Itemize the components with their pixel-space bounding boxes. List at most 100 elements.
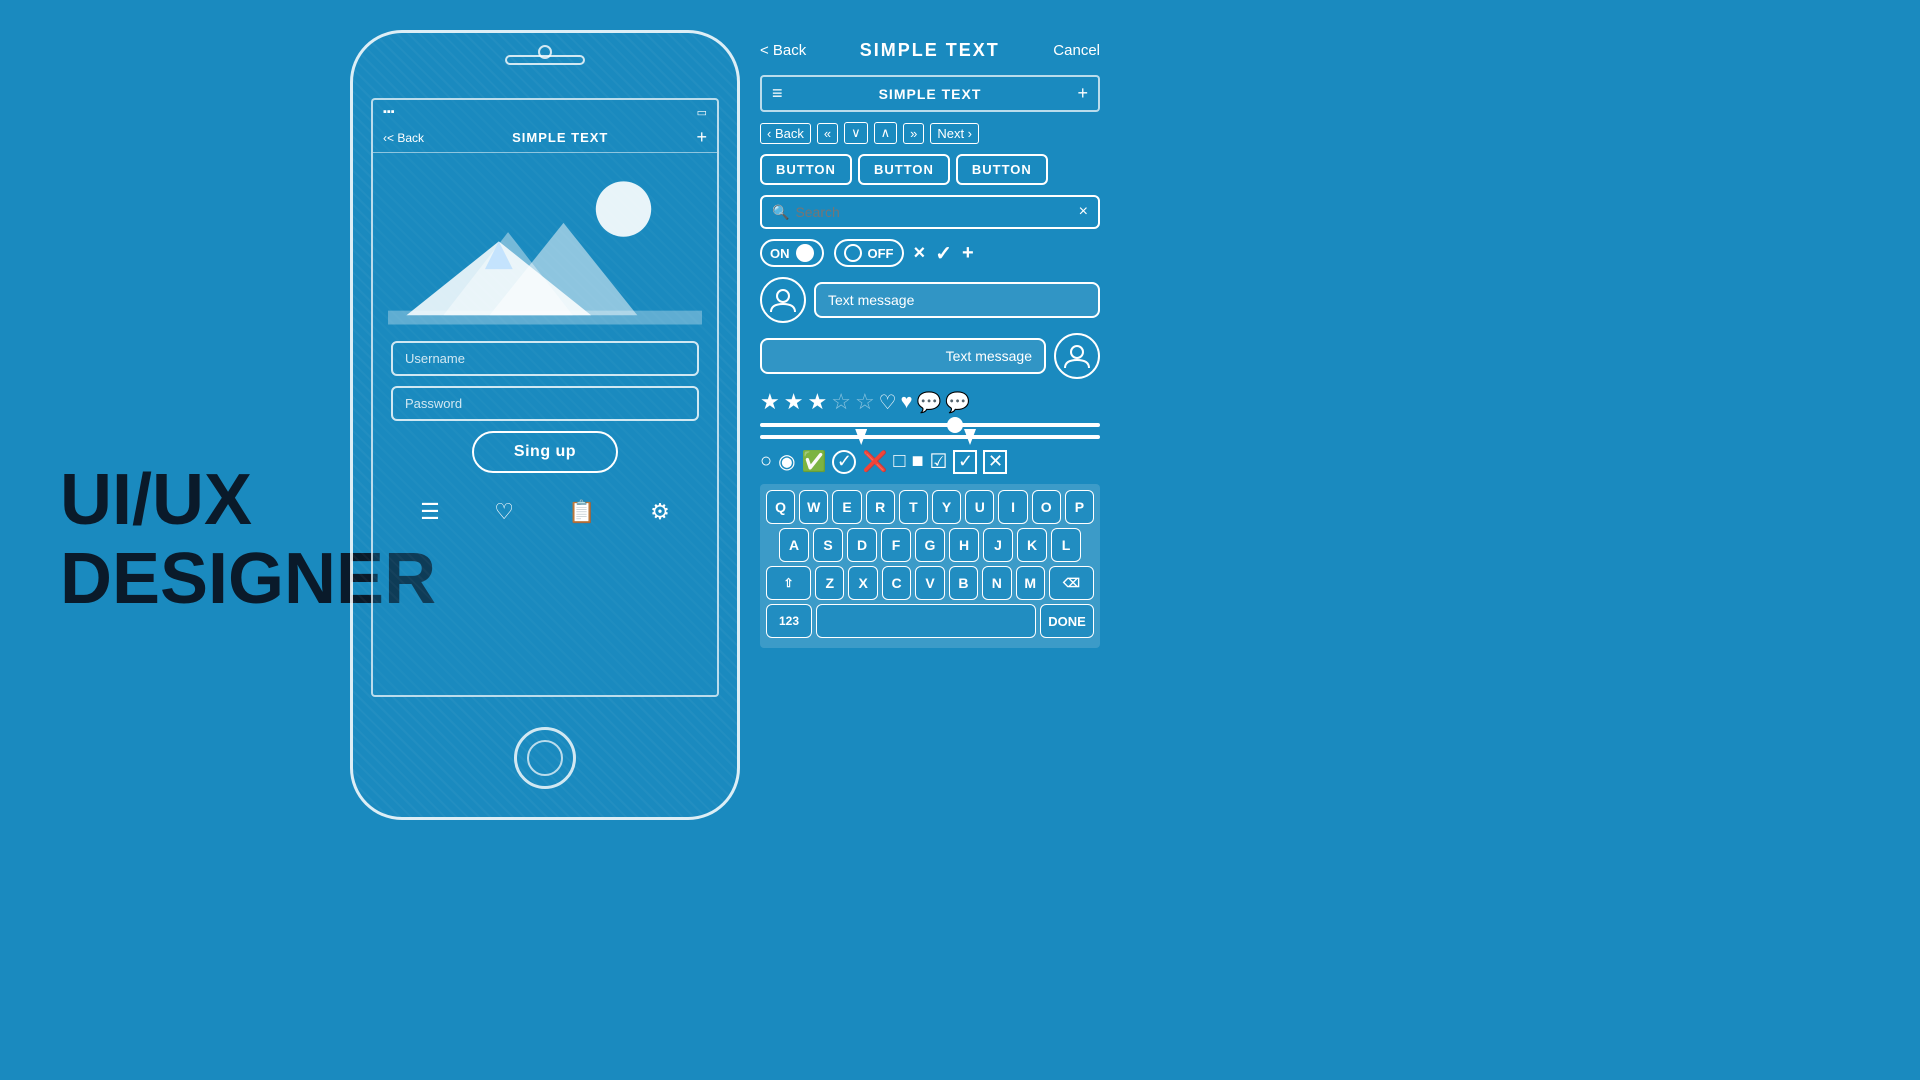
key-w[interactable]: W (799, 490, 828, 524)
checkbox-checked[interactable]: ☑ (930, 449, 948, 474)
key-x[interactable]: X (848, 566, 877, 600)
key-z[interactable]: Z (815, 566, 844, 600)
key-l[interactable]: L (1051, 528, 1081, 562)
nav-down-icon[interactable]: ∨ (844, 122, 868, 144)
toggle-off-label: OFF (868, 246, 894, 261)
key-v[interactable]: V (915, 566, 944, 600)
msg-bubble-right[interactable]: Text message (760, 338, 1046, 374)
key-k[interactable]: K (1017, 528, 1047, 562)
heart-icon[interactable]: ♡ (494, 499, 514, 525)
key-a[interactable]: A (779, 528, 809, 562)
search-input[interactable] (795, 204, 1078, 220)
battery-icon: ▭ (697, 106, 707, 119)
slider-thumb-1[interactable] (947, 417, 963, 433)
button-1[interactable]: BUTTON (760, 154, 852, 185)
key-h[interactable]: H (949, 528, 979, 562)
star-filled-2[interactable]: ★ (784, 389, 804, 415)
radio-check2[interactable]: ✓ (832, 450, 856, 474)
radio-empty[interactable]: ○ (760, 450, 772, 473)
ui-navbar2-plus[interactable]: + (1077, 83, 1088, 104)
phone-mockup: ▪▪▪ ▭ ‹ < Back SIMPLE TEXT + (350, 30, 740, 830)
ui-panel: < Back SIMPLE TEXT Cancel ≡ SIMPLE TEXT … (760, 40, 1100, 648)
key-r[interactable]: R (866, 490, 895, 524)
key-f[interactable]: F (881, 528, 911, 562)
ui-topbar-back[interactable]: < Back (760, 42, 806, 59)
key-o[interactable]: O (1032, 490, 1061, 524)
toggle-off[interactable]: OFF (834, 239, 904, 267)
button-2[interactable]: BUTTON (858, 154, 950, 185)
slider-thumb-3[interactable] (964, 429, 976, 445)
key-j[interactable]: J (983, 528, 1013, 562)
ui-topbar-cancel[interactable]: Cancel (1053, 42, 1100, 59)
star-filled-1[interactable]: ★ (760, 389, 780, 415)
settings-icon[interactable]: ⚙ (650, 499, 670, 525)
comment-outline-icon[interactable]: 💬 (916, 390, 941, 415)
button-3[interactable]: BUTTON (956, 154, 1048, 185)
key-i[interactable]: I (998, 490, 1027, 524)
close-icon[interactable]: × (914, 242, 926, 265)
toggle-off-circle (844, 244, 862, 262)
nav-up-icon[interactable]: ∧ (874, 122, 898, 144)
search-clear-icon[interactable]: × (1079, 203, 1088, 221)
key-d[interactable]: D (847, 528, 877, 562)
key-n[interactable]: N (982, 566, 1011, 600)
username-field[interactable]: Username (391, 341, 699, 376)
plus-icon[interactable]: + (962, 242, 974, 265)
checkbox-empty[interactable]: □ (893, 450, 905, 473)
heart-filled-icon[interactable]: ♥ (901, 391, 913, 414)
toggle-on[interactable]: ON (760, 239, 824, 267)
comment-filled-icon[interactable]: 💬 (945, 390, 970, 415)
key-m[interactable]: M (1016, 566, 1045, 600)
nav-double-back-icon[interactable]: « (817, 123, 838, 144)
screen-back-label: < Back (387, 131, 424, 145)
star-filled-3[interactable]: ★ (807, 389, 827, 415)
key-123[interactable]: 123 (766, 604, 812, 638)
key-e[interactable]: E (832, 490, 861, 524)
list-icon[interactable]: 📋 (568, 499, 595, 525)
phone-outer: ▪▪▪ ▭ ‹ < Back SIMPLE TEXT + (350, 30, 740, 820)
key-c[interactable]: C (882, 566, 911, 600)
signup-button[interactable]: Sing up (472, 431, 618, 473)
msg-bubble-left[interactable]: Text message (814, 282, 1100, 318)
key-q[interactable]: Q (766, 490, 795, 524)
radio-filled[interactable]: ◉ (778, 449, 795, 474)
home-button[interactable] (514, 727, 576, 789)
ui-slider-row-1 (760, 423, 1100, 439)
key-u[interactable]: U (965, 490, 994, 524)
password-field[interactable]: Password (391, 386, 699, 421)
ui-navbar2-menu-icon[interactable]: ≡ (772, 83, 783, 104)
key-p[interactable]: P (1065, 490, 1094, 524)
nav-double-forward-icon[interactable]: » (903, 123, 924, 144)
key-shift[interactable]: ⇧ (766, 566, 811, 600)
checkbox-x[interactable]: ✕ (983, 450, 1007, 474)
heart-outline-icon[interactable]: ♡ (879, 390, 897, 415)
key-g[interactable]: G (915, 528, 945, 562)
nav-back-btn[interactable]: ‹ Back (760, 123, 811, 144)
circle-x[interactable]: ❌ (862, 449, 887, 474)
screen-status-bar: ▪▪▪ ▭ (373, 100, 717, 123)
screen-nav-plus-button[interactable]: + (696, 127, 707, 148)
key-backspace[interactable]: ⌫ (1049, 566, 1094, 600)
star-empty-1[interactable]: ☆ (831, 389, 851, 415)
checkbox-filled[interactable]: ■ (911, 450, 923, 473)
ui-search-row[interactable]: 🔍 × (760, 195, 1100, 229)
ui-topbar-title: SIMPLE TEXT (860, 40, 1000, 61)
key-space[interactable] (816, 604, 1036, 638)
slider-track-1 (760, 423, 1100, 427)
key-done[interactable]: DONE (1040, 604, 1094, 638)
screen-back-button[interactable]: ‹ < Back (383, 131, 424, 145)
ui-navbar2-title: SIMPLE TEXT (879, 86, 982, 102)
key-b[interactable]: B (949, 566, 978, 600)
toggle-on-circle (796, 244, 814, 262)
slider-thumb-2[interactable] (855, 429, 867, 445)
radio-check[interactable]: ✅ (802, 449, 827, 474)
star-empty-2[interactable]: ☆ (855, 389, 875, 415)
nav-next-btn[interactable]: Next › (930, 123, 979, 144)
mountains-svg (388, 161, 702, 331)
key-t[interactable]: T (899, 490, 928, 524)
menu-icon[interactable]: ☰ (420, 499, 440, 525)
key-s[interactable]: S (813, 528, 843, 562)
key-y[interactable]: Y (932, 490, 961, 524)
check-icon[interactable]: ✓ (935, 241, 952, 266)
checkbox-check2[interactable]: ✓ (953, 450, 977, 474)
